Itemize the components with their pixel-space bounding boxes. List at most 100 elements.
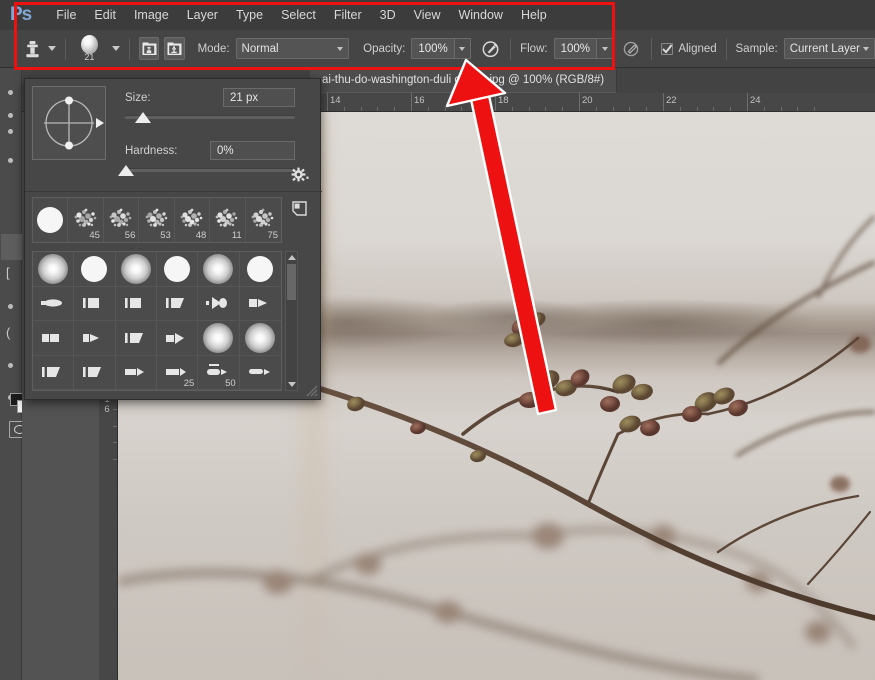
- brush-preset-item[interactable]: [198, 287, 239, 322]
- gear-icon[interactable]: [291, 167, 309, 188]
- scroll-down-icon[interactable]: [288, 382, 296, 387]
- brush-preset-item[interactable]: [74, 287, 115, 322]
- tool-slot-5[interactable]: [: [6, 266, 10, 279]
- aligned-checkbox-row[interactable]: Aligned: [661, 43, 716, 55]
- brush-preset-item[interactable]: [240, 252, 281, 287]
- brush-preset-item[interactable]: [116, 356, 157, 391]
- menu-item-select[interactable]: Select: [272, 4, 325, 26]
- ruler-tick-minor: [646, 107, 647, 111]
- sample-select[interactable]: Current Layer: [784, 38, 875, 59]
- brush-preset-item[interactable]: [33, 198, 68, 242]
- brush-preset-item[interactable]: 75: [246, 198, 281, 242]
- brush-preset-item[interactable]: [116, 252, 157, 287]
- opacity-control[interactable]: 100%: [411, 38, 470, 59]
- opacity-chevron-down-icon[interactable]: [454, 38, 471, 59]
- brush-preset-item[interactable]: [157, 321, 198, 356]
- brush-tip-icon: [79, 328, 109, 348]
- tool-slot-8[interactable]: [8, 363, 13, 368]
- menu-item-edit[interactable]: Edit: [85, 4, 125, 26]
- document-tab[interactable]: ai-thu-do-washington-duli chat-3.jpg @ 1…: [310, 68, 617, 93]
- brush-preset-item[interactable]: [74, 356, 115, 391]
- menu-item-layer[interactable]: Layer: [178, 4, 227, 26]
- ruler-label: 18: [495, 95, 509, 106]
- brush-preset-chevron-down-icon[interactable]: [112, 46, 120, 51]
- brush-preset-item[interactable]: [240, 356, 281, 391]
- brush-grid-scrollbar[interactable]: [285, 251, 298, 391]
- flow-chevron-down-icon[interactable]: [596, 38, 613, 59]
- brush-preset-item[interactable]: 56: [104, 198, 139, 242]
- menu-item-3d[interactable]: 3D: [371, 4, 405, 26]
- tool-slot-6[interactable]: [8, 304, 13, 309]
- tool-slot-3[interactable]: [8, 129, 13, 134]
- clone-source-panel-button[interactable]: [164, 37, 184, 60]
- hard-round-brush-icon: [164, 256, 190, 282]
- brush-size-slider-handle[interactable]: [135, 112, 151, 123]
- sample-label: Sample:: [736, 43, 778, 55]
- brush-preset-item[interactable]: [198, 252, 239, 287]
- brush-preset-item[interactable]: 45: [68, 198, 103, 242]
- brush-preset-item[interactable]: [74, 321, 115, 356]
- airbrush-icon[interactable]: [480, 36, 501, 62]
- brush-preset-item[interactable]: 48: [175, 198, 210, 242]
- brush-preset-item[interactable]: 25: [157, 356, 198, 391]
- brush-preset-item[interactable]: 11: [210, 198, 245, 242]
- recent-brush-presets[interactable]: 455653481175: [32, 197, 282, 243]
- options-divider-4: [651, 38, 652, 60]
- options-divider-3: [510, 38, 511, 60]
- tool-slot-2[interactable]: [8, 113, 13, 118]
- flow-value[interactable]: 100%: [554, 38, 596, 59]
- tool-slot-1[interactable]: [8, 90, 13, 95]
- menu-item-view[interactable]: View: [405, 4, 450, 26]
- brush-preset-item[interactable]: [33, 321, 74, 356]
- menu-item-filter[interactable]: Filter: [325, 4, 371, 26]
- ruler-tick-minor: [344, 107, 345, 111]
- brush-tip-icon: [38, 293, 68, 313]
- tool-slot-selected[interactable]: [1, 234, 22, 260]
- brush-hardness-value[interactable]: 0%: [210, 141, 295, 160]
- aligned-checkbox[interactable]: [661, 43, 673, 55]
- brush-preset-item[interactable]: [240, 287, 281, 322]
- brush-preset-item[interactable]: [157, 252, 198, 287]
- new-brush-preset-icon[interactable]: [292, 201, 307, 216]
- brush-preset-item[interactable]: 50: [198, 356, 239, 391]
- scroll-up-icon[interactable]: [288, 255, 296, 260]
- tool-slot-4[interactable]: [8, 158, 13, 163]
- menu-item-image[interactable]: Image: [125, 4, 178, 26]
- menu-item-help[interactable]: Help: [512, 4, 556, 26]
- brush-preset-picker[interactable]: 21: [75, 32, 103, 66]
- menu-item-file[interactable]: File: [47, 4, 85, 26]
- tool-slot-7[interactable]: (: [6, 326, 10, 339]
- tool-preset-chevron-down-icon[interactable]: [48, 46, 56, 51]
- brush-size-value[interactable]: 21 px: [223, 88, 295, 107]
- brush-preset-item[interactable]: [33, 252, 74, 287]
- flow-control[interactable]: 100%: [554, 38, 613, 59]
- menu-item-type[interactable]: Type: [227, 4, 272, 26]
- scrollbar-thumb[interactable]: [287, 264, 296, 300]
- brush-tip-shape-preview[interactable]: [32, 86, 106, 160]
- spatter-brush-icon: [144, 208, 170, 232]
- brush-hardness-slider-track[interactable]: [125, 168, 295, 172]
- brush-preset-item[interactable]: [157, 287, 198, 322]
- brush-preset-item[interactable]: [74, 252, 115, 287]
- menu-item-window[interactable]: Window: [449, 4, 511, 26]
- menu-bar: Ps FileEditImageLayerTypeSelectFilter3DV…: [0, 0, 875, 30]
- brush-preset-item[interactable]: [33, 356, 74, 391]
- panel-resize-grip[interactable]: [305, 384, 318, 397]
- clone-stamp-tool-icon[interactable]: [22, 36, 43, 62]
- toggle-brush-panel-button[interactable]: [139, 37, 159, 60]
- mode-select[interactable]: Normal: [236, 38, 350, 59]
- brush-preset-item[interactable]: [33, 287, 74, 322]
- smoothing-options-icon[interactable]: [621, 36, 642, 62]
- tools-panel: [ (: [0, 68, 22, 680]
- ruler-label: 24: [747, 95, 761, 106]
- brush-preset-grid[interactable]: 2550: [32, 251, 282, 391]
- brush-preset-item[interactable]: [116, 287, 157, 322]
- brush-preset-item[interactable]: 53: [139, 198, 174, 242]
- brush-preset-picker-panel[interactable]: Size: 21 px Hardness: 0%: [24, 78, 321, 400]
- brush-preset-item[interactable]: [198, 321, 239, 356]
- brush-hardness-slider-handle[interactable]: [118, 165, 134, 176]
- opacity-value[interactable]: 100%: [411, 38, 453, 59]
- ruler-tick-minor: [797, 107, 798, 111]
- brush-preset-item[interactable]: [116, 321, 157, 356]
- brush-preset-item[interactable]: [240, 321, 281, 356]
